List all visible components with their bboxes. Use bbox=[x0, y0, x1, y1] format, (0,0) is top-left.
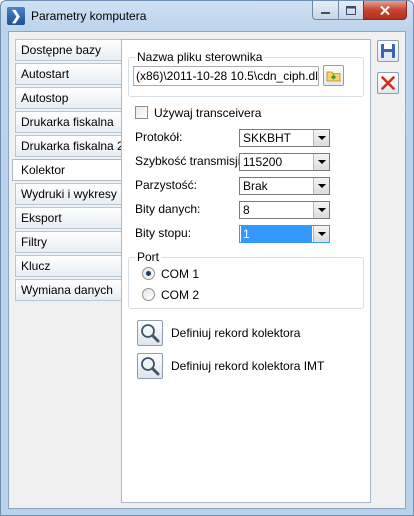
port-com1-label: COM 1 bbox=[161, 267, 200, 281]
stop-bits-label: Bity stopu: bbox=[135, 226, 192, 240]
close-icon bbox=[380, 5, 390, 15]
data-bits-value: 8 bbox=[243, 203, 250, 217]
nav-item[interactable]: Kolektor bbox=[12, 159, 122, 181]
nav-item[interactable]: Wydruki i wykresy bbox=[15, 183, 122, 205]
port-group-title: Port bbox=[135, 250, 162, 264]
protocol-select[interactable]: SKKBHT bbox=[239, 129, 330, 147]
minimize-button[interactable] bbox=[312, 1, 338, 20]
chevron-down-icon[interactable] bbox=[313, 154, 329, 170]
nav-item[interactable]: Autostop bbox=[15, 87, 122, 109]
parity-value: Brak bbox=[243, 179, 268, 193]
transceiver-checkbox[interactable] bbox=[135, 106, 148, 119]
save-button[interactable] bbox=[377, 40, 399, 62]
port-com1-radio[interactable] bbox=[142, 267, 155, 280]
port-com2-label: COM 2 bbox=[161, 288, 200, 302]
protocol-label: Protokół: bbox=[135, 130, 183, 144]
maximize-button[interactable] bbox=[338, 1, 363, 20]
speed-label: Szybkość transmisji: bbox=[135, 154, 244, 168]
parity-label: Parzystość: bbox=[135, 178, 198, 192]
minimize-icon bbox=[321, 11, 330, 14]
stop-bits-select[interactable]: 1 bbox=[239, 225, 330, 243]
chevron-down-icon[interactable] bbox=[313, 178, 329, 194]
window-title: Parametry komputera bbox=[31, 9, 147, 23]
magnifier-icon bbox=[141, 357, 160, 376]
protocol-value: SKKBHT bbox=[243, 131, 292, 145]
define-collector-button[interactable] bbox=[137, 320, 163, 346]
folder-open-icon bbox=[326, 71, 341, 82]
dialog-client-area: Dostępne bazy Autostart Autostop Drukarka f… bbox=[8, 31, 406, 509]
title-bar[interactable]: ❯ Parametry komputera bbox=[1, 1, 413, 31]
speed-select[interactable]: 115200 bbox=[239, 153, 330, 171]
data-bits-select[interactable]: 8 bbox=[239, 201, 330, 219]
kolektor-panel: Nazwa pliku sterownika (x86)\2011-10-28 … bbox=[121, 39, 371, 503]
maximize-icon bbox=[346, 5, 356, 15]
nav-item[interactable]: Autostart bbox=[15, 63, 122, 85]
nav-item[interactable]: Drukarka fiskalna 2 bbox=[15, 135, 124, 157]
nav-item[interactable]: Filtry bbox=[15, 231, 122, 253]
stop-bits-value: 1 bbox=[241, 226, 312, 242]
nav-item[interactable]: Dostępne bazy bbox=[15, 39, 122, 61]
floppy-disk-icon bbox=[381, 44, 395, 58]
close-icon bbox=[381, 76, 395, 90]
nav-item[interactable]: Wymiana danych bbox=[15, 279, 122, 301]
settings-nav: Dostępne bazy Autostart Autostop Drukarka f… bbox=[12, 39, 124, 303]
define-collector-imt-button[interactable] bbox=[137, 353, 163, 379]
parity-select[interactable]: Brak bbox=[239, 177, 330, 195]
browse-file-button[interactable] bbox=[323, 65, 344, 86]
define-collector-label[interactable]: Definiuj rekord kolektora bbox=[171, 326, 300, 340]
nav-item[interactable]: Eksport bbox=[15, 207, 122, 229]
port-com2-radio[interactable] bbox=[142, 288, 155, 301]
chevron-down-icon[interactable] bbox=[313, 202, 329, 218]
driver-file-field[interactable]: (x86)\2011-10-28 10.5\cdn_ciph.dll bbox=[133, 66, 319, 86]
window-controls bbox=[312, 1, 407, 21]
chevron-down-icon[interactable] bbox=[313, 226, 329, 242]
speed-value: 115200 bbox=[243, 155, 283, 169]
transceiver-label: Używaj transceivera bbox=[154, 106, 262, 120]
close-button[interactable] bbox=[363, 1, 407, 20]
driver-group-title: Nazwa pliku sterownika bbox=[135, 50, 265, 64]
chevron-down-icon[interactable] bbox=[313, 130, 329, 146]
magnifier-icon bbox=[141, 324, 160, 343]
nav-item[interactable]: Drukarka fiskalna bbox=[15, 111, 122, 133]
window: ❯ Parametry komputera Dostępne bazy Autos… bbox=[0, 0, 414, 516]
define-collector-imt-label[interactable]: Definiuj rekord kolektora IMT bbox=[171, 359, 324, 373]
nav-item[interactable]: Klucz bbox=[15, 255, 122, 277]
app-icon: ❯ bbox=[7, 7, 25, 25]
cancel-button[interactable] bbox=[377, 72, 399, 94]
data-bits-label: Bity danych: bbox=[135, 202, 201, 216]
